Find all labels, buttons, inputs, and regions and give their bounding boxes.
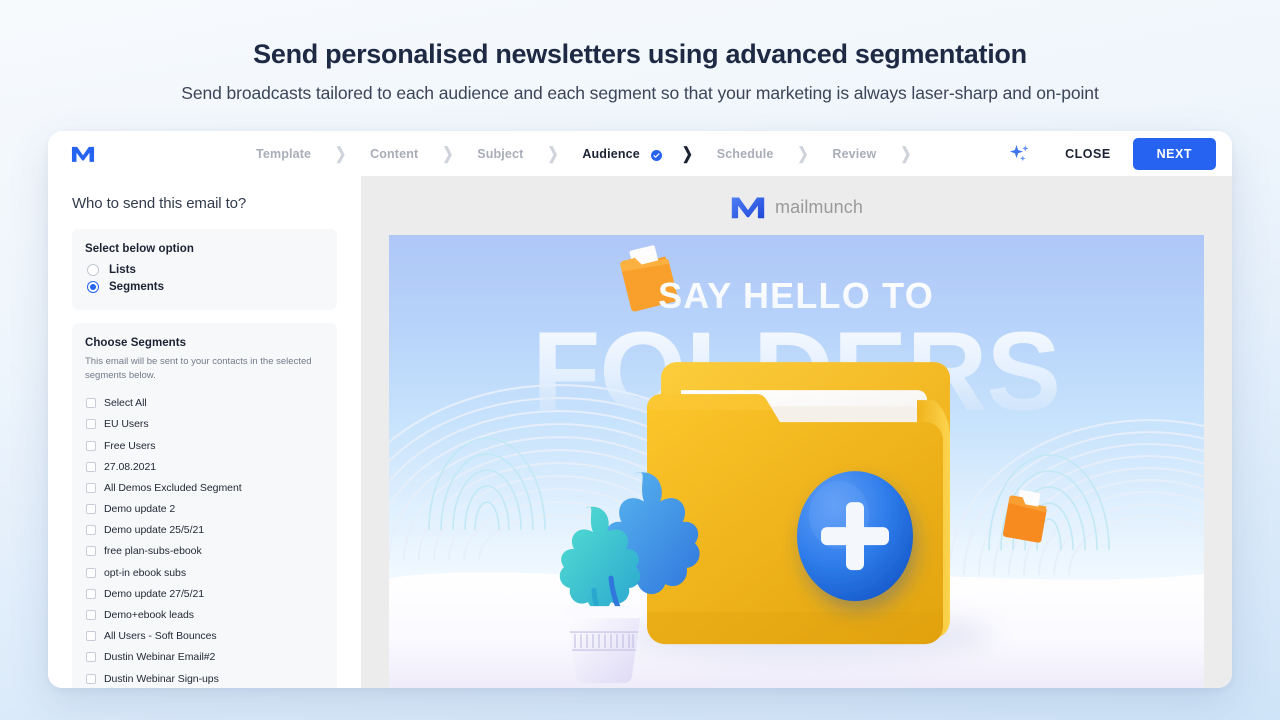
checkbox-icon[interactable] (86, 652, 96, 663)
checkbox-icon[interactable] (86, 482, 96, 493)
list-item[interactable]: free plan-subs-ebook (85, 541, 324, 562)
chevron-right-icon: ❯ (335, 144, 347, 163)
close-button[interactable]: CLOSE (1055, 141, 1121, 167)
list-item[interactable]: 27.08.2021 (85, 456, 324, 477)
list-item-label: Dustin Webinar Email#2 (104, 651, 216, 664)
list-item[interactable]: All Demos Excluded Segment (85, 477, 324, 498)
list-item-label: Select All (104, 397, 147, 410)
step-content[interactable]: Content (366, 147, 422, 161)
checkbox-icon[interactable] (86, 525, 96, 536)
step-review[interactable]: Review (828, 147, 880, 161)
step-schedule[interactable]: Schedule (713, 147, 778, 161)
mailmunch-logo-mark-icon (730, 193, 766, 221)
email-preview-panel: mailmunch SAY HELLO TO (361, 177, 1232, 688)
radio-option-lists[interactable]: Lists (85, 261, 324, 278)
list-item[interactable]: Free Users (85, 435, 324, 456)
choose-segments-title: Choose Segments (85, 337, 187, 349)
list-item[interactable]: Dustin Webinar Email#2 (85, 647, 324, 668)
chevron-right-icon: ❯ (797, 144, 809, 163)
app-body: Who to send this email to? Select below … (48, 177, 1232, 688)
topbar-actions: CLOSE NEXT (1007, 138, 1216, 170)
list-item-label: All Demos Excluded Segment (104, 481, 242, 494)
checkbox-icon[interactable] (86, 419, 96, 430)
audience-sidebar: Who to send this email to? Select below … (48, 177, 361, 688)
list-item[interactable]: Dustin Webinar Sign-ups (85, 668, 324, 688)
list-item-label: Demo update 27/5/21 (104, 587, 205, 600)
checkbox-icon[interactable] (86, 610, 96, 620)
step-audience[interactable]: Audience (578, 147, 643, 161)
choose-segments-description: This email will be sent to your contacts… (85, 356, 312, 381)
preview-brand: mailmunch (730, 191, 863, 224)
checkbox-icon[interactable] (86, 588, 96, 599)
list-item-label: 27.08.2021 (104, 460, 157, 473)
list-item-label: Free Users (104, 439, 156, 452)
list-item-label: Demo+ebook leads (104, 609, 194, 621)
big-folder-illustration (647, 361, 950, 644)
add-folder-badge (797, 470, 913, 601)
list-item[interactable]: Demo update 2 (85, 498, 324, 519)
list-item[interactable]: Demo update 25/5/21 (85, 520, 324, 541)
step-complete-check-icon (650, 149, 662, 161)
wizard-steps: Template ❯ Content ❯ Subject ❯ Audience … (252, 144, 931, 163)
segments-checkbox-list: Select All EU Users Free Users 27.08.202… (85, 393, 324, 688)
checkbox-icon[interactable] (86, 567, 96, 578)
app-topbar: Template ❯ Content ❯ Subject ❯ Audience … (48, 131, 1232, 177)
preview-brand-name: mailmunch (775, 196, 863, 217)
list-item[interactable]: Demo update 27/5/21 (85, 583, 324, 604)
list-item[interactable]: Select All (85, 393, 324, 414)
chevron-right-icon: ❯ (547, 144, 559, 163)
radio-label-lists: Lists (109, 264, 136, 276)
choose-segments-panel: Choose Segments This email will be sent … (72, 323, 337, 688)
step-subject[interactable]: Subject (473, 147, 527, 161)
radio-icon-unchecked[interactable] (87, 264, 99, 276)
next-button[interactable]: NEXT (1132, 138, 1216, 170)
chevron-right-icon: ❯ (900, 144, 912, 163)
list-item-label: Dustin Webinar Sign-ups (104, 672, 219, 685)
list-item-label: Demo update 2 (104, 503, 176, 516)
select-option-title: Select below option (85, 243, 194, 255)
chevron-right-icon-active: ❯ (681, 144, 693, 163)
checkbox-icon[interactable] (86, 673, 96, 684)
radio-option-segments[interactable]: Segments (85, 278, 324, 295)
radio-label-segments: Segments (109, 281, 164, 293)
checkbox-icon[interactable] (86, 398, 96, 409)
select-option-panel: Select below option Lists Segments (72, 229, 337, 310)
list-item-label: Demo update 25/5/21 (104, 524, 205, 537)
list-item[interactable]: Demo+ebook leads (85, 604, 324, 625)
checkbox-icon[interactable] (86, 546, 96, 557)
list-item-label: All Users - Soft Bounces (104, 630, 217, 643)
page-title: Send personalised newsletters using adva… (253, 39, 1027, 69)
chevron-right-icon: ❯ (442, 144, 454, 163)
list-item-label: free plan-subs-ebook (104, 545, 202, 558)
page-subtitle: Send broadcasts tailored to each audienc… (181, 83, 1099, 104)
page-headline-block: Send personalised newsletters using adva… (0, 38, 1280, 104)
list-item[interactable]: All Users - Soft Bounces (85, 626, 324, 647)
hero-illustration: SAY HELLO TO FOLDERS (389, 234, 1204, 688)
app-window-card: Template ❯ Content ❯ Subject ❯ Audience … (48, 131, 1232, 688)
list-item-label: EU Users (104, 418, 149, 431)
sidebar-heading: Who to send this email to? (72, 195, 247, 212)
step-template[interactable]: Template (252, 147, 315, 161)
checkbox-icon[interactable] (86, 440, 96, 451)
list-item[interactable]: EU Users (85, 414, 324, 435)
checkbox-icon[interactable] (86, 461, 96, 472)
list-item-label: opt-in ebook subs (104, 566, 187, 579)
checkbox-icon[interactable] (86, 631, 96, 642)
mailmunch-logo-icon[interactable] (70, 143, 96, 165)
list-item[interactable]: opt-in ebook subs (85, 562, 324, 583)
radio-icon-checked[interactable] (87, 281, 99, 293)
checkbox-icon[interactable] (86, 504, 96, 515)
sparkle-icon[interactable] (1007, 141, 1033, 167)
